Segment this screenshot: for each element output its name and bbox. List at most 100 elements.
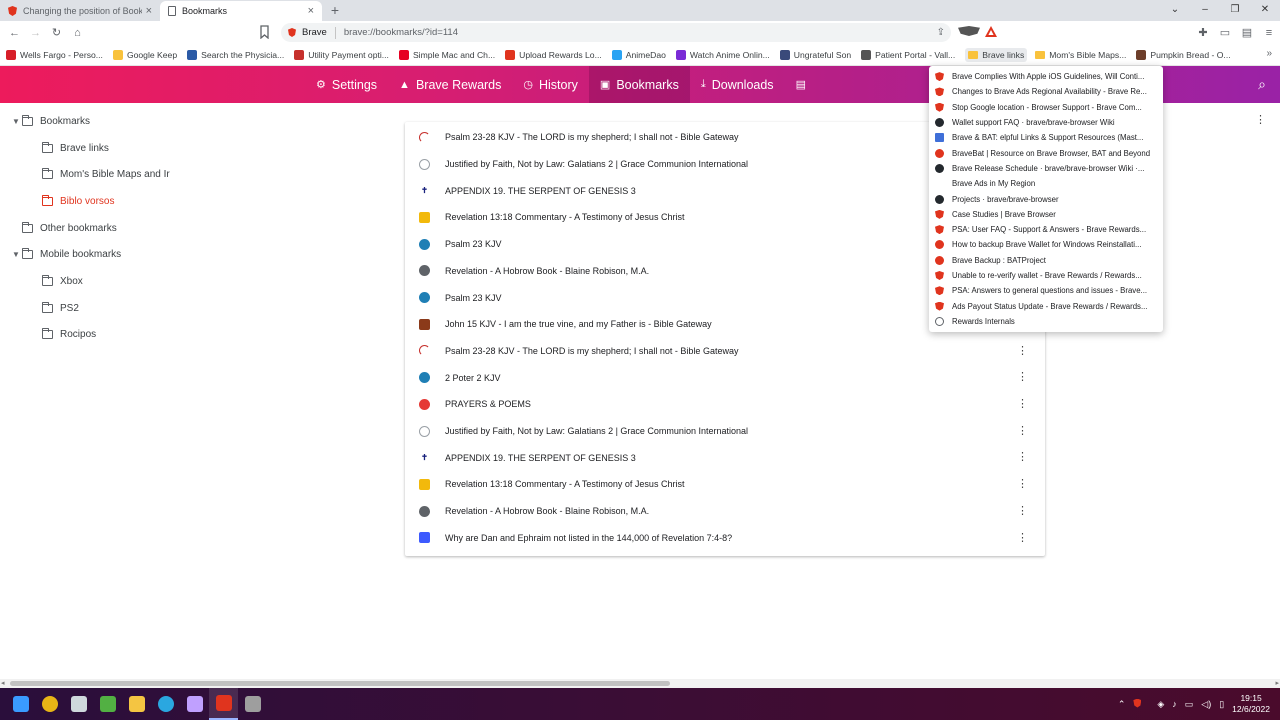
- windows-start-icon[interactable]: [6, 688, 35, 720]
- sidebar-folder[interactable]: Xbox: [30, 272, 83, 290]
- bookmark-row[interactable]: Revelation - A Hobrow Book - Blaine Robi…: [405, 498, 1045, 525]
- header-nav-brave-rewards[interactable]: ▲ Brave Rewards: [388, 66, 512, 103]
- bookmark-row[interactable]: Why are Dan and Ephraim not listed in th…: [405, 525, 1045, 552]
- bookmarks-bar-item[interactable]: AnimeDao: [611, 49, 666, 60]
- bookmark-more-icon[interactable]: ⋮: [1017, 397, 1028, 410]
- folder-menu-item[interactable]: Stop Google location - Browser Support -…: [929, 100, 1163, 115]
- folder-menu-item[interactable]: Wallet support FAQ · brave/brave-browser…: [929, 115, 1163, 130]
- back-button[interactable]: ←: [4, 27, 25, 39]
- bookmarks-bar-item[interactable]: Wells Fargo - Perso...: [6, 49, 103, 60]
- folder-menu-item[interactable]: PSA: Answers to general questions and is…: [929, 283, 1163, 298]
- folder-menu-item[interactable]: Projects · brave/brave-browser: [929, 191, 1163, 206]
- close-tab-icon[interactable]: ×: [308, 5, 314, 17]
- bookmarks-bar-item[interactable]: Utility Payment opti...: [294, 49, 389, 60]
- close-tab-icon[interactable]: ×: [146, 5, 152, 17]
- tray-chevron-icon[interactable]: ⌃: [1118, 699, 1126, 710]
- header-nav-downloads[interactable]: ⤓ Downloads: [690, 66, 785, 103]
- sidebar-folder[interactable]: Brave links: [30, 139, 109, 157]
- bookmark-row[interactable]: Revelation 13:18 Commentary - A Testimon…: [405, 471, 1045, 498]
- reload-button[interactable]: ↻: [46, 26, 67, 39]
- bookmark-more-icon[interactable]: ⋮: [1017, 477, 1028, 490]
- alien-icon[interactable]: [64, 688, 93, 720]
- folder-menu-item[interactable]: Changes to Brave Ads Regional Availabili…: [929, 84, 1163, 99]
- sidebar-folder[interactable]: ▼ Mobile bookmarks: [10, 245, 121, 263]
- header-nav-history[interactable]: ◷ History: [512, 66, 589, 103]
- bookmarks-bar-item[interactable]: Upload Rewards Lo...: [505, 49, 602, 60]
- folder-menu-item[interactable]: How to backup Brave Wallet for Windows R…: [929, 237, 1163, 252]
- wallet-icon[interactable]: ▤: [1236, 26, 1258, 39]
- home-button[interactable]: ⌂: [67, 27, 88, 39]
- shield-tray-icon[interactable]: ◈: [1157, 699, 1164, 710]
- bookmark-more-icon[interactable]: ⋮: [1017, 450, 1028, 463]
- sidebar-folder[interactable]: Rocipos: [30, 325, 96, 343]
- bookmark-row[interactable]: PRAYERS & POEMS ⋮: [405, 391, 1045, 418]
- tab-bookmarks[interactable]: Bookmarks ×: [160, 1, 322, 21]
- bookmark-row[interactable]: Psalm 23-28 KJV - The LORD is my shepher…: [405, 338, 1045, 365]
- tab-search-icon[interactable]: ⌄: [1160, 0, 1190, 21]
- battery-icon[interactable]: ▯: [1219, 699, 1224, 710]
- brave-tray-icon[interactable]: [1133, 698, 1149, 710]
- bookmarks-bar-item[interactable]: Watch Anime Onlin...: [675, 49, 770, 60]
- folder-menu-item[interactable]: Ads Payout Status Update - Brave Rewards…: [929, 298, 1163, 313]
- volume-icon[interactable]: ◁): [1201, 699, 1211, 710]
- folder-menu-item[interactable]: Case Studies | Brave Browser: [929, 207, 1163, 222]
- brave-nightly-icon[interactable]: [238, 688, 267, 720]
- search-icon[interactable]: ⌕: [1258, 76, 1266, 93]
- bookmark-page-icon[interactable]: [259, 25, 270, 39]
- bookmark-more-icon[interactable]: ⋮: [1017, 424, 1028, 437]
- folder-menu-item[interactable]: Brave Complies With Apple iOS Guidelines…: [929, 69, 1163, 84]
- bookmark-more-icon[interactable]: ⋮: [1017, 504, 1028, 517]
- tab-changing-position[interactable]: Changing the position of Bookmarks ×: [0, 1, 160, 21]
- network-icon[interactable]: ▭: [1185, 699, 1194, 710]
- folder-menu-item[interactable]: Brave & BAT: elpful Links & Support Reso…: [929, 130, 1163, 145]
- brave-rewards-icon[interactable]: [980, 25, 1002, 40]
- bookmark-row[interactable]: Justified by Faith, Not by Law: Galatian…: [405, 418, 1045, 445]
- header-nav-bookmarks[interactable]: ▣ Bookmarks: [588, 66, 690, 103]
- folder-menu-item[interactable]: Unable to re-verify wallet - Brave Rewar…: [929, 268, 1163, 283]
- sidebar-folder[interactable]: Other bookmarks: [10, 219, 117, 237]
- folder-menu-item[interactable]: PSA: User FAQ - Support & Answers - Brav…: [929, 222, 1163, 237]
- minimize-button[interactable]: –: [1190, 0, 1220, 21]
- horizontal-scrollbar[interactable]: ◂ ▸: [0, 679, 1280, 688]
- bookmark-more-icon[interactable]: ⋮: [1017, 344, 1028, 357]
- scroll-right-arrow[interactable]: ▸: [1275, 679, 1279, 687]
- brave-shields-icon[interactable]: [958, 26, 980, 39]
- more-bookmarks-icon[interactable]: »: [1266, 48, 1272, 59]
- chrome-icon[interactable]: [35, 688, 64, 720]
- brave-icon[interactable]: [209, 688, 238, 720]
- folder-menu-item[interactable]: Rewards Internals: [929, 314, 1163, 329]
- bookmark-more-icon[interactable]: ⋮: [1017, 531, 1028, 544]
- sidebar-folder[interactable]: Mom's Bible Maps and Ir: [30, 165, 170, 183]
- header-nav-wallet[interactable]: ▤: [785, 66, 823, 103]
- bookmark-row[interactable]: 2 Poter 2 KJV ⋮: [405, 364, 1045, 391]
- sidebar-folder[interactable]: Biblo vorsos: [30, 192, 114, 210]
- url-text[interactable]: brave://bookmarks/?id=114: [344, 27, 458, 38]
- folder-menu-item[interactable]: BraveBat | Resource on Brave Browser, BA…: [929, 145, 1163, 160]
- bookmark-more-icon[interactable]: ⋮: [1017, 370, 1028, 383]
- bookmarks-bar-item[interactable]: Ungrateful Son: [779, 49, 851, 60]
- extensions-icon[interactable]: ✚: [1192, 26, 1214, 39]
- header-nav-settings[interactable]: ⚙ Settings: [305, 66, 388, 103]
- brave-beta-icon[interactable]: [180, 688, 209, 720]
- file-explorer-icon[interactable]: [122, 688, 151, 720]
- sidebar-folder[interactable]: PS2: [30, 299, 79, 317]
- folder-menu-item[interactable]: Brave Backup : BATProject: [929, 253, 1163, 268]
- bookmarks-bar-item[interactable]: Search the Physicia...: [187, 49, 284, 60]
- bookmarks-bar-item[interactable]: Google Keep: [112, 49, 177, 60]
- new-tab-button[interactable]: +: [322, 1, 348, 21]
- bookmarks-bar-item[interactable]: Simple Mac and Ch...: [398, 49, 495, 60]
- folder-menu-item[interactable]: Brave Ads in My Region: [929, 176, 1163, 191]
- menu-icon[interactable]: ≡: [1258, 27, 1280, 39]
- bookmark-row[interactable]: ✝ APPENDIX 19. THE SERPENT OF GENESIS 3 ⋮: [405, 444, 1045, 471]
- expand-arrow-icon[interactable]: ▼: [10, 117, 22, 126]
- bookmarks-bar-item[interactable]: Brave links: [965, 47, 1028, 62]
- scroll-left-arrow[interactable]: ◂: [1, 679, 5, 687]
- address-bar[interactable]: Brave brave://bookmarks/?id=114 ⇪: [281, 23, 951, 42]
- bookmarks-bar-item[interactable]: Mom's Bible Maps...: [1035, 50, 1126, 60]
- share-icon[interactable]: ⇪: [937, 27, 945, 38]
- organize-menu-icon[interactable]: ⋮: [1255, 113, 1266, 126]
- scrollbar-thumb[interactable]: [10, 681, 670, 686]
- folder-menu-item[interactable]: Brave Release Schedule · brave/brave-bro…: [929, 161, 1163, 176]
- clock[interactable]: 19:15 12/6/2022: [1232, 693, 1270, 715]
- restore-button[interactable]: ❐: [1220, 0, 1250, 21]
